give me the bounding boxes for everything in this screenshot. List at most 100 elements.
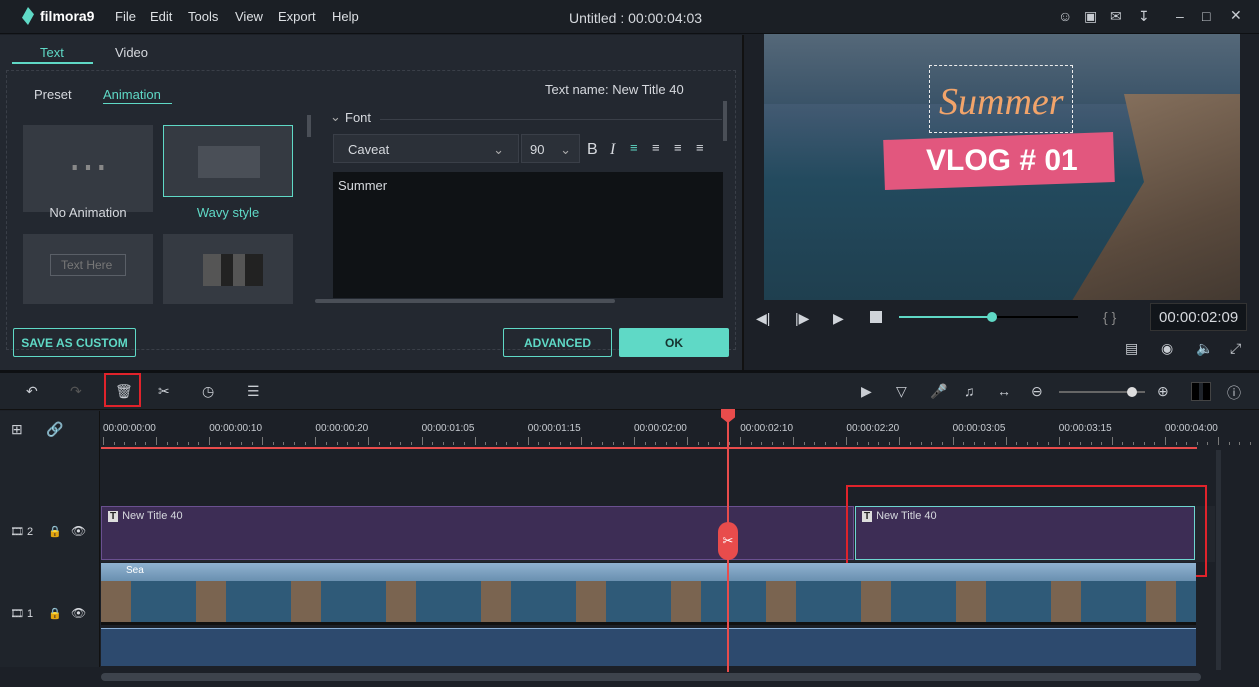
animation-text-here[interactable]: Text Here	[23, 234, 153, 304]
ruler-label: 00:00:02:10	[740, 423, 794, 434]
download-icon[interactable]: ↧	[1138, 8, 1150, 25]
menu-export[interactable]: Export	[278, 9, 316, 24]
zoom-out-icon[interactable]: ⊖	[1031, 383, 1043, 400]
menu-tools[interactable]: Tools	[188, 9, 218, 24]
text-input[interactable]: Summer	[333, 172, 723, 298]
ruler-tick	[857, 442, 858, 445]
ruler-tick	[729, 442, 731, 445]
eye-icon[interactable]: 👁	[71, 606, 86, 620]
bold-button[interactable]: B	[587, 141, 598, 159]
ruler-tick	[878, 442, 880, 445]
maximize-icon[interactable]: □	[1202, 8, 1210, 24]
align-left-icon[interactable]: ≡	[630, 140, 638, 155]
undo-icon[interactable]: ↶	[26, 383, 38, 400]
marker-icon[interactable]: ▽	[896, 383, 907, 400]
scissors-icon[interactable]: ✂	[718, 522, 738, 560]
zoom-slider[interactable]	[1059, 387, 1145, 397]
fit-timeline-icon[interactable]: ↔	[997, 383, 1011, 399]
ruler-tick	[1037, 442, 1039, 445]
font-size-select[interactable]: 90 ⌄	[521, 134, 580, 163]
save-as-custom-button[interactable]: SAVE AS CUSTOM	[13, 328, 136, 357]
next-frame-button[interactable]: |▶	[795, 310, 809, 327]
fullscreen-icon[interactable]: ⤢	[1230, 340, 1241, 357]
mark-in-out[interactable]: { }	[1103, 309, 1116, 325]
microphone-icon[interactable]: 🎤	[930, 383, 947, 400]
audio-waveform[interactable]	[101, 628, 1196, 666]
display-settings-icon[interactable]: ▤	[1125, 340, 1138, 357]
progress-knob[interactable]	[987, 312, 998, 322]
italic-button[interactable]: I	[610, 141, 615, 159]
menu-edit[interactable]: Edit	[150, 9, 172, 24]
redo-icon[interactable]: ↷	[70, 383, 82, 400]
animation-fold[interactable]	[163, 234, 293, 304]
align-justify-icon[interactable]: ≡	[696, 140, 704, 155]
layout-icon[interactable]	[1191, 382, 1211, 401]
adjust-icon[interactable]: ☰	[247, 383, 260, 400]
ruler-tick	[1122, 442, 1124, 445]
ok-button[interactable]: OK	[619, 328, 729, 357]
animation-scrollbar[interactable]	[307, 115, 311, 137]
animation-label: Wavy style	[196, 205, 260, 220]
render-preview-icon[interactable]: ▶	[861, 383, 872, 400]
mail-icon[interactable]: ✉	[1110, 8, 1122, 25]
subtab-preset[interactable]: Preset	[34, 87, 72, 102]
ruler-tick	[230, 442, 232, 445]
snapshot-icon[interactable]: ◉	[1161, 340, 1173, 357]
play-button[interactable]: ▶	[833, 310, 844, 327]
subtab-animation[interactable]: Animation	[103, 87, 172, 104]
audio-mixer-icon[interactable]: ♫	[964, 383, 975, 399]
menu-view[interactable]: View	[235, 9, 263, 24]
video-clip[interactable]: Sea	[101, 563, 1196, 625]
volume-icon[interactable]: 🔈	[1196, 340, 1213, 357]
tab-text[interactable]: Text	[40, 45, 64, 60]
ruler-tick	[432, 442, 434, 445]
minimize-icon[interactable]: –	[1176, 8, 1184, 24]
lock-icon[interactable]: 🔒	[48, 525, 62, 538]
link-icon[interactable]: 🔗	[46, 421, 63, 438]
animation-wavy-style[interactable]	[163, 125, 293, 197]
menu-file[interactable]: File	[115, 9, 136, 24]
zoom-in-icon[interactable]: ⊕	[1157, 383, 1169, 400]
timeline-toolbar: ↶ ↷ 🗑 ✂ ◷ ☰ ▶ ▽ 🎤 ♫ ↔ ⊖ ⊕ ⓘ	[0, 373, 1259, 410]
advanced-button[interactable]: ADVANCED	[503, 328, 612, 357]
lock-icon[interactable]: 🔒	[48, 607, 62, 620]
account-icon[interactable]: ☺	[1058, 8, 1072, 24]
menu-help[interactable]: Help	[332, 9, 359, 24]
video-preview[interactable]: Summer VLOG # 01	[764, 34, 1240, 300]
ruler-tick	[750, 442, 752, 445]
speed-icon[interactable]: ◷	[202, 383, 214, 400]
chevron-down-icon[interactable]: ⌄	[330, 109, 341, 125]
ruler-tick	[899, 437, 901, 445]
clip-sky	[101, 563, 1196, 581]
close-icon[interactable]: ✕	[1230, 7, 1242, 24]
align-right-icon[interactable]: ≡	[674, 140, 682, 155]
horizontal-scrollbar[interactable]	[315, 299, 615, 303]
animation-no-animation[interactable]: ⋯	[23, 125, 153, 212]
help-icon[interactable]: ⓘ	[1227, 383, 1241, 403]
ruler-tick	[124, 442, 126, 445]
tab-video[interactable]: Video	[115, 45, 148, 60]
prev-frame-button[interactable]: ◀|	[756, 310, 770, 327]
zoom-knob[interactable]	[1127, 387, 1138, 397]
vertical-scrollbar[interactable]	[1216, 450, 1221, 670]
align-center-icon[interactable]: ≡	[652, 140, 660, 155]
font-select[interactable]: Caveat ⌄	[333, 134, 519, 163]
vertical-scrollbar[interactable]	[723, 101, 727, 141]
playback-progress[interactable]	[899, 312, 1078, 322]
ruler-label: 00:00:03:15	[1058, 423, 1112, 434]
eye-icon[interactable]: 👁	[71, 524, 86, 538]
delete-icon[interactable]: 🗑	[115, 383, 133, 400]
timeline-horizontal-scrollbar[interactable]	[101, 673, 1201, 681]
add-track-icon[interactable]: ⊞	[11, 421, 23, 438]
ruler-tick	[1154, 442, 1156, 445]
ruler-tick	[963, 442, 965, 445]
timeline-ruler[interactable]: 00:00:00:00 00:00:00:10 00:00:00:20 00:00:0…	[101, 411, 1259, 450]
ruler-tick	[1196, 442, 1198, 445]
cut-icon[interactable]: ✂	[158, 383, 170, 400]
ruler-label: 00:00:02:20	[846, 423, 900, 434]
save-icon[interactable]: ▣	[1084, 8, 1097, 25]
stop-button[interactable]	[870, 311, 882, 323]
ruler-tick	[336, 442, 338, 445]
title-clip[interactable]: T New Title 40	[101, 506, 854, 560]
ruler-tick	[867, 442, 869, 445]
